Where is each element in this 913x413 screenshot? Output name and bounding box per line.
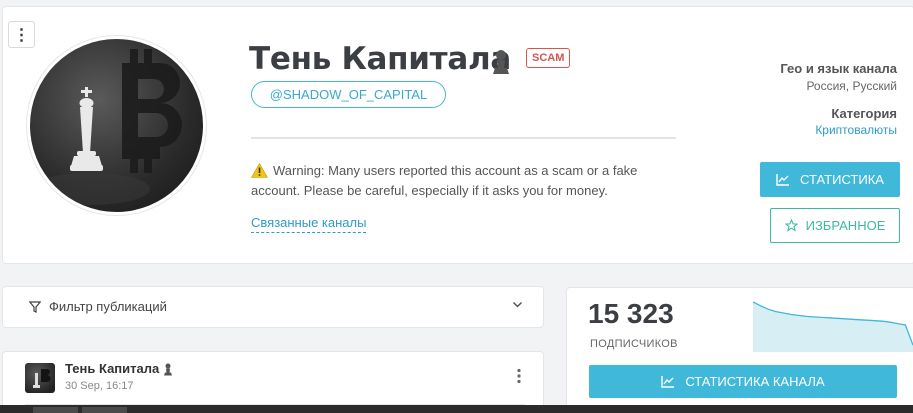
scam-warning-text: Warning: Many users reported this accoun…: [251, 163, 638, 198]
geo-language-value: Россия, Русский: [806, 79, 897, 93]
subscribers-sparkline: [753, 301, 913, 352]
scam-badge: SCAM: [526, 48, 571, 68]
publication-filter-dropdown[interactable]: Фильтр публикаций: [2, 286, 544, 328]
channel-header-card: ⋮ Тень Капитала SCAM @SHADOW_OF_CAPITAL …: [2, 6, 913, 264]
statistics-button-label: СТАТИСТИКА: [800, 172, 884, 187]
taskbar-item[interactable]: [82, 407, 127, 413]
star-icon: [784, 219, 798, 232]
header-menu-button[interactable]: ⋮: [8, 21, 35, 48]
channel-statistics-button-label: СТАТИСТИКА КАНАЛА: [685, 374, 825, 389]
chevron-down-icon: [512, 301, 523, 308]
category-link[interactable]: Криптовалюты: [815, 123, 897, 137]
favorite-button[interactable]: ИЗБРАННОЕ: [770, 208, 900, 243]
subscriber-count: 15 323: [588, 298, 674, 329]
filter-funnel-icon: [29, 301, 41, 313]
post-card: Тень Капитала 30 Sep, 16:17: [2, 351, 544, 413]
kebab-menu-icon: ⋮: [13, 26, 30, 44]
channel-handle-link[interactable]: @SHADOW_OF_CAPITAL: [251, 81, 446, 108]
category-label: Категория: [831, 106, 897, 121]
statistics-button[interactable]: СТАТИСТИКА: [760, 162, 900, 197]
filter-label: Фильтр публикаций: [49, 299, 167, 314]
favorite-button-label: ИЗБРАННОЕ: [805, 218, 886, 233]
post-avatar-image: [33, 369, 51, 388]
user-pawn-icon: [164, 363, 172, 376]
subscriber-count-label: ПОДПИСЧИКОВ: [590, 338, 678, 350]
geo-language-label: Гео и язык канала: [780, 61, 897, 76]
kebab-menu-icon[interactable]: [513, 368, 525, 384]
header-divider: [251, 137, 676, 139]
post-date: 30 Sep, 16:17: [65, 380, 134, 392]
subscribers-stats-card: 15 323 ПОДПИСЧИКОВ СТАТИСТИКА КАНАЛА: [566, 287, 913, 413]
line-chart-icon: [776, 173, 790, 186]
channel-title: Тень Капитала: [249, 41, 511, 77]
sparkline-area: [753, 302, 913, 352]
post-author-avatar: [25, 363, 55, 393]
channel-avatar-image: [30, 39, 203, 212]
related-channels-link[interactable]: Связанные каналы: [251, 215, 367, 233]
os-taskbar: [0, 405, 913, 413]
chess-king-bitcoin-shadow-image: [30, 49, 182, 205]
post-author-name[interactable]: Тень Капитала: [65, 361, 159, 376]
channel-avatar: [26, 35, 207, 216]
channel-statistics-button[interactable]: СТАТИСТИКА КАНАЛА: [589, 365, 897, 398]
taskbar-item[interactable]: [33, 407, 78, 413]
user-pawn-icon: [493, 50, 509, 74]
line-chart-icon: [661, 375, 675, 388]
